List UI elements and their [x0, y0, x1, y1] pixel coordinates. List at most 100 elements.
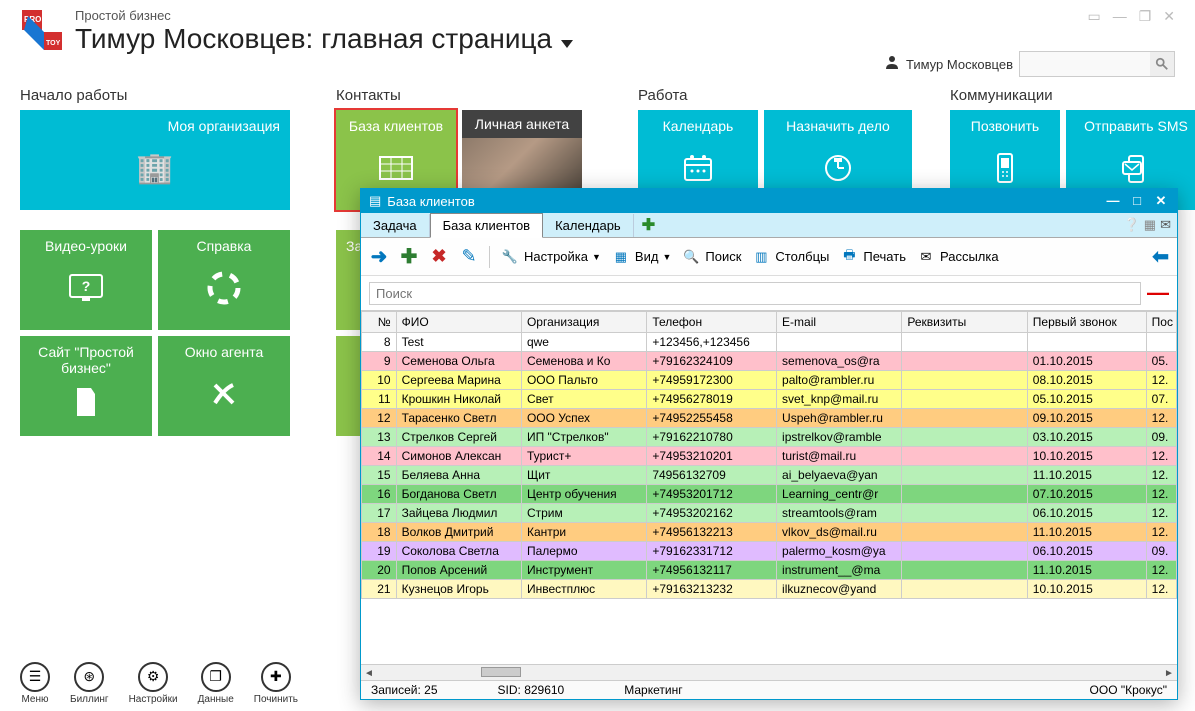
col-header-num[interactable]: №: [362, 312, 397, 333]
tile-site[interactable]: Сайт "Простой бизнес": [20, 336, 152, 436]
table-cell: +79163213232: [647, 580, 777, 599]
toolbar-forward-button[interactable]: ➜: [369, 247, 389, 267]
bottom-fix-button[interactable]: ✚ Починить: [254, 662, 298, 705]
tool-icon[interactable]: ▦: [1144, 217, 1156, 233]
table-cell: 09.10.2015: [1027, 409, 1146, 428]
table-cell: palto@rambler.ru: [777, 371, 902, 390]
table-row[interactable]: 12Тарасенко СветлООО Успех+74952255458Us…: [362, 409, 1177, 428]
table-cell: 17: [362, 504, 397, 523]
table-cell: Инвестплюс: [521, 580, 646, 599]
toolbar-columns-button[interactable]: ▥ Столбцы: [751, 247, 829, 267]
header-search-input[interactable]: [1020, 53, 1150, 76]
modal-minimize-button[interactable]: —: [1105, 193, 1121, 209]
modal-titlebar[interactable]: ▤ База клиентов — □ ✕: [361, 189, 1177, 213]
table-cell: Богданова Светл: [396, 485, 521, 504]
close-button[interactable]: ✕: [1163, 8, 1175, 25]
table-row[interactable]: 17Зайцева ЛюдмилСтрим+74953202162streamt…: [362, 504, 1177, 523]
toolbar-edit-button[interactable]: ✎: [459, 247, 479, 267]
search-clear-button[interactable]: —: [1147, 280, 1169, 306]
plus-icon: ✚: [399, 247, 419, 267]
toolbar-settings-button[interactable]: 🔧 Настройка ▼: [500, 247, 601, 267]
table-row[interactable]: 11Крошкин НиколайСвет+74956278019svet_kn…: [362, 390, 1177, 409]
col-header-org[interactable]: Организация: [521, 312, 646, 333]
tab-calendar[interactable]: Календарь: [543, 214, 634, 237]
table-cell: 12.: [1146, 580, 1176, 599]
table-cell: [1146, 333, 1176, 352]
table-cell: 06.10.2015: [1027, 542, 1146, 561]
table-cell: [902, 333, 1027, 352]
col-header-last[interactable]: Пос: [1146, 312, 1176, 333]
tab-clients-db[interactable]: База клиентов: [430, 213, 543, 238]
header-search[interactable]: [1019, 51, 1175, 77]
mail-icon[interactable]: ✉: [1160, 217, 1171, 233]
tile-label: Окно агента: [168, 344, 280, 360]
table-row[interactable]: 10Сергеева МаринаООО Пальто+74959172300p…: [362, 371, 1177, 390]
table-row[interactable]: 15Беляева АннаЩит74956132709ai_belyaeva@…: [362, 466, 1177, 485]
tile-label: Отправить SMS: [1076, 118, 1195, 134]
bottom-data-button[interactable]: ❐ Данные: [198, 662, 234, 705]
scroll-left-icon[interactable]: ◄: [361, 665, 377, 681]
table-row[interactable]: 13Стрелков СергейИП "Стрелков"+791622107…: [362, 428, 1177, 447]
table-row[interactable]: 19Соколова СветлаПалермо+79162331712pale…: [362, 542, 1177, 561]
toolbar-print-button[interactable]: 🖶 Печать: [839, 247, 906, 267]
app-name: Простой бизнес: [75, 8, 884, 23]
table-cell: [902, 504, 1027, 523]
scroll-thumb[interactable]: [481, 667, 521, 677]
modal-maximize-button[interactable]: □: [1129, 193, 1145, 209]
table-cell: 11.10.2015: [1027, 466, 1146, 485]
bottom-menu-button[interactable]: ☰ Меню: [20, 662, 50, 705]
help-icon[interactable]: ❔: [1124, 217, 1140, 233]
toolbar-mailing-button[interactable]: ✉ Рассылка: [916, 247, 999, 267]
col-header-fio[interactable]: ФИО: [396, 312, 521, 333]
horizontal-scrollbar[interactable]: ◄ ►: [361, 664, 1177, 680]
chevron-down-icon: ▼: [592, 252, 601, 262]
modal-search-input[interactable]: [369, 282, 1141, 305]
col-header-req[interactable]: Реквизиты: [902, 312, 1027, 333]
table-cell: [902, 561, 1027, 580]
table-cell: 16: [362, 485, 397, 504]
scroll-right-icon[interactable]: ►: [1161, 665, 1177, 681]
page-title-dropdown-icon[interactable]: [561, 40, 573, 48]
table-row[interactable]: 8Testqwe+123456,+123456: [362, 333, 1177, 352]
page-title[interactable]: Тимур Московцев: главная страница: [75, 23, 552, 55]
clients-table-wrapper[interactable]: № ФИО Организация Телефон E-mail Реквизи…: [361, 310, 1177, 664]
table-row[interactable]: 14Симонов АлексанТурист++74953210201turi…: [362, 447, 1177, 466]
agent-icon: [168, 360, 280, 428]
col-header-tel[interactable]: Телефон: [647, 312, 777, 333]
tile-label: База клиентов: [346, 118, 446, 134]
user-name[interactable]: Тимур Московцев: [906, 57, 1013, 72]
table-cell: 12.: [1146, 409, 1176, 428]
tab-task[interactable]: Задача: [361, 214, 430, 237]
tab-add-button[interactable]: ✚: [634, 215, 663, 235]
bottom-billing-button[interactable]: ⊛ Биллинг: [70, 662, 109, 705]
col-header-email[interactable]: E-mail: [777, 312, 902, 333]
toolbar-add-button[interactable]: ✚: [399, 247, 419, 267]
table-row[interactable]: 18Волков ДмитрийКантри+74956132213vlkov_…: [362, 523, 1177, 542]
tile-label: Моя организация: [30, 118, 280, 134]
maximize-button[interactable]: ❐: [1139, 8, 1152, 25]
table-cell: +74956132117: [647, 561, 777, 580]
header-search-button[interactable]: [1150, 52, 1174, 76]
tile-help[interactable]: Справка: [158, 230, 290, 330]
tile-agent-window[interactable]: Окно агента: [158, 336, 290, 436]
tile-label: Личная анкета: [462, 110, 582, 138]
status-marketing: Маркетинг: [624, 683, 682, 697]
tile-my-organization[interactable]: Моя организация 🏢: [20, 110, 290, 210]
print-icon: 🖶: [839, 247, 859, 267]
toolbar-search-button[interactable]: 🔍 Поиск: [681, 247, 741, 267]
table-cell: 01.10.2015: [1027, 352, 1146, 371]
toolbar-back-button[interactable]: ⬅: [1152, 244, 1169, 269]
table-row[interactable]: 9Семенова ОльгаСеменова и Ко+79162324109…: [362, 352, 1177, 371]
table-cell: +74952255458: [647, 409, 777, 428]
table-row[interactable]: 20Попов АрсенийИнструмент+74956132117ins…: [362, 561, 1177, 580]
table-row[interactable]: 16Богданова СветлЦентр обучения+74953201…: [362, 485, 1177, 504]
tile-video-lessons[interactable]: Видео-уроки ?: [20, 230, 152, 330]
toolbar-view-button[interactable]: ▦ Вид ▼: [611, 247, 671, 267]
modal-close-button[interactable]: ✕: [1153, 193, 1169, 209]
toolbar-delete-button[interactable]: ✖: [429, 247, 449, 267]
minimize-button[interactable]: —: [1113, 8, 1127, 25]
bottom-settings-button[interactable]: ⚙ Настройки: [129, 662, 178, 705]
tile-label: Календарь: [648, 118, 748, 134]
table-row[interactable]: 21Кузнецов ИгорьИнвестплюс+79163213232il…: [362, 580, 1177, 599]
col-header-first[interactable]: Первый звонок: [1027, 312, 1146, 333]
